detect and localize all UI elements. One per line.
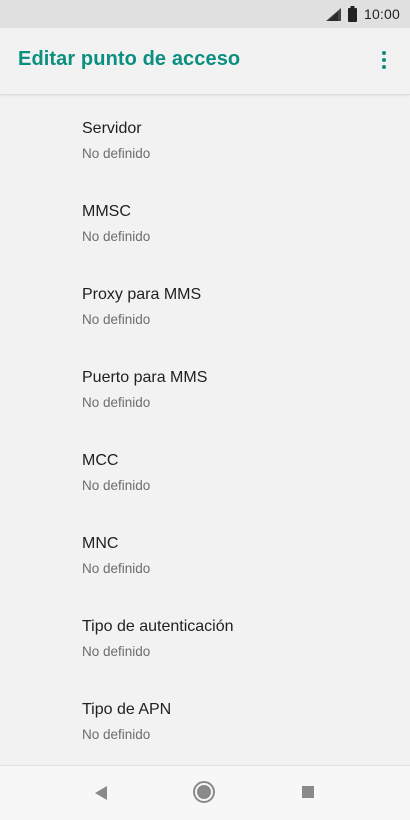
setting-title: Tipo de autenticación (82, 618, 234, 635)
setting-summary: No definido (82, 478, 151, 493)
setting-item-tipo-apn[interactable]: Tipo de APN No definido (0, 676, 410, 759)
setting-item-mmsc[interactable]: MMSC No definido (0, 178, 410, 261)
status-bar: 10:00 (0, 0, 410, 28)
setting-item-puerto-mms[interactable]: Puerto para MMS No definido (0, 344, 410, 427)
setting-summary: No definido (82, 229, 151, 244)
phone-screen: 10:00 Editar punto de acceso Servidor No… (0, 0, 410, 820)
setting-item-servidor[interactable]: Servidor No definido (0, 95, 410, 178)
setting-item-mnc[interactable]: MNC No definido (0, 510, 410, 593)
app-bar: Editar punto de acceso (0, 28, 410, 95)
setting-item-proxy-mms[interactable]: Proxy para MMS No definido (0, 261, 410, 344)
setting-title: Tipo de APN (82, 701, 172, 718)
setting-summary: No definido (82, 727, 151, 742)
setting-summary: No definido (82, 146, 151, 161)
setting-title: MMSC (82, 203, 131, 220)
setting-title: MCC (82, 452, 119, 469)
setting-summary: No definido (82, 644, 151, 659)
navigation-bar (0, 765, 410, 820)
battery-icon (347, 6, 357, 22)
status-icons: 10:00 (325, 5, 400, 23)
more-options-button[interactable] (372, 45, 396, 75)
page-title: Editar punto de acceso (18, 48, 241, 70)
status-time: 10:00 (363, 6, 400, 22)
recents-icon[interactable] (302, 786, 314, 798)
setting-item-mcc[interactable]: MCC No definido (0, 427, 410, 510)
setting-title: Proxy para MMS (82, 286, 202, 303)
home-icon[interactable] (193, 781, 215, 803)
back-icon[interactable] (95, 786, 107, 800)
setting-title: MNC (82, 535, 119, 552)
more-vert-icon (382, 51, 386, 55)
setting-summary: No definido (82, 312, 151, 327)
setting-title: Servidor (82, 120, 142, 137)
setting-item-tipo-autenticacion[interactable]: Tipo de autenticación No definido (0, 593, 410, 676)
settings-list: Servidor No definido MMSC No definido Pr… (0, 95, 410, 765)
setting-summary: No definido (82, 395, 151, 410)
setting-title: Puerto para MMS (82, 369, 208, 386)
setting-summary: No definido (82, 561, 151, 576)
signal-icon (325, 7, 341, 21)
